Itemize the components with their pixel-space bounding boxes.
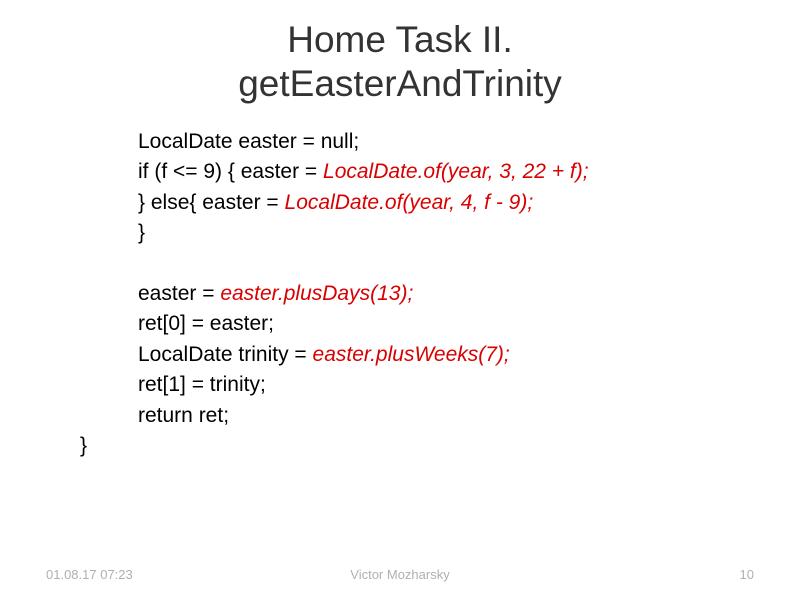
code-highlight: LocalDate.of(year, 4, f - 9); [285, 191, 534, 214]
code-text: LocalDate trinity = [138, 343, 313, 366]
code-block: LocalDate easter = null; if (f <= 9) { e… [40, 127, 760, 462]
code-text: } else{ easter = [138, 191, 285, 214]
footer-page-number: 10 [740, 567, 754, 582]
code-text: ret[1] = trinity; [138, 373, 266, 396]
title-line-1: Home Task II. [287, 19, 513, 60]
code-highlight: LocalDate.of(year, 3, 22 + f); [323, 160, 589, 183]
footer-author: Victor Mozharsky [350, 567, 449, 582]
code-text: return ret; [138, 404, 229, 427]
code-text: ret[0] = easter; [138, 312, 274, 335]
code-text: } [80, 434, 87, 457]
code-text: LocalDate easter = null; [138, 130, 359, 153]
code-highlight: easter.plusWeeks(7); [313, 343, 510, 366]
slide-title: Home Task II. getEasterAndTrinity [40, 18, 760, 107]
slide: Home Task II. getEasterAndTrinity LocalD… [0, 0, 800, 600]
title-line-2: getEasterAndTrinity [238, 63, 562, 104]
code-highlight: easter.plusDays(13); [220, 282, 413, 305]
code-text: if (f <= 9) { easter = [138, 160, 323, 183]
footer-date: 01.08.17 07:23 [46, 567, 133, 582]
code-text: } [138, 221, 145, 244]
slide-footer: 01.08.17 07:23 Victor Mozharsky 10 [0, 567, 800, 582]
code-text: easter = [138, 282, 220, 305]
